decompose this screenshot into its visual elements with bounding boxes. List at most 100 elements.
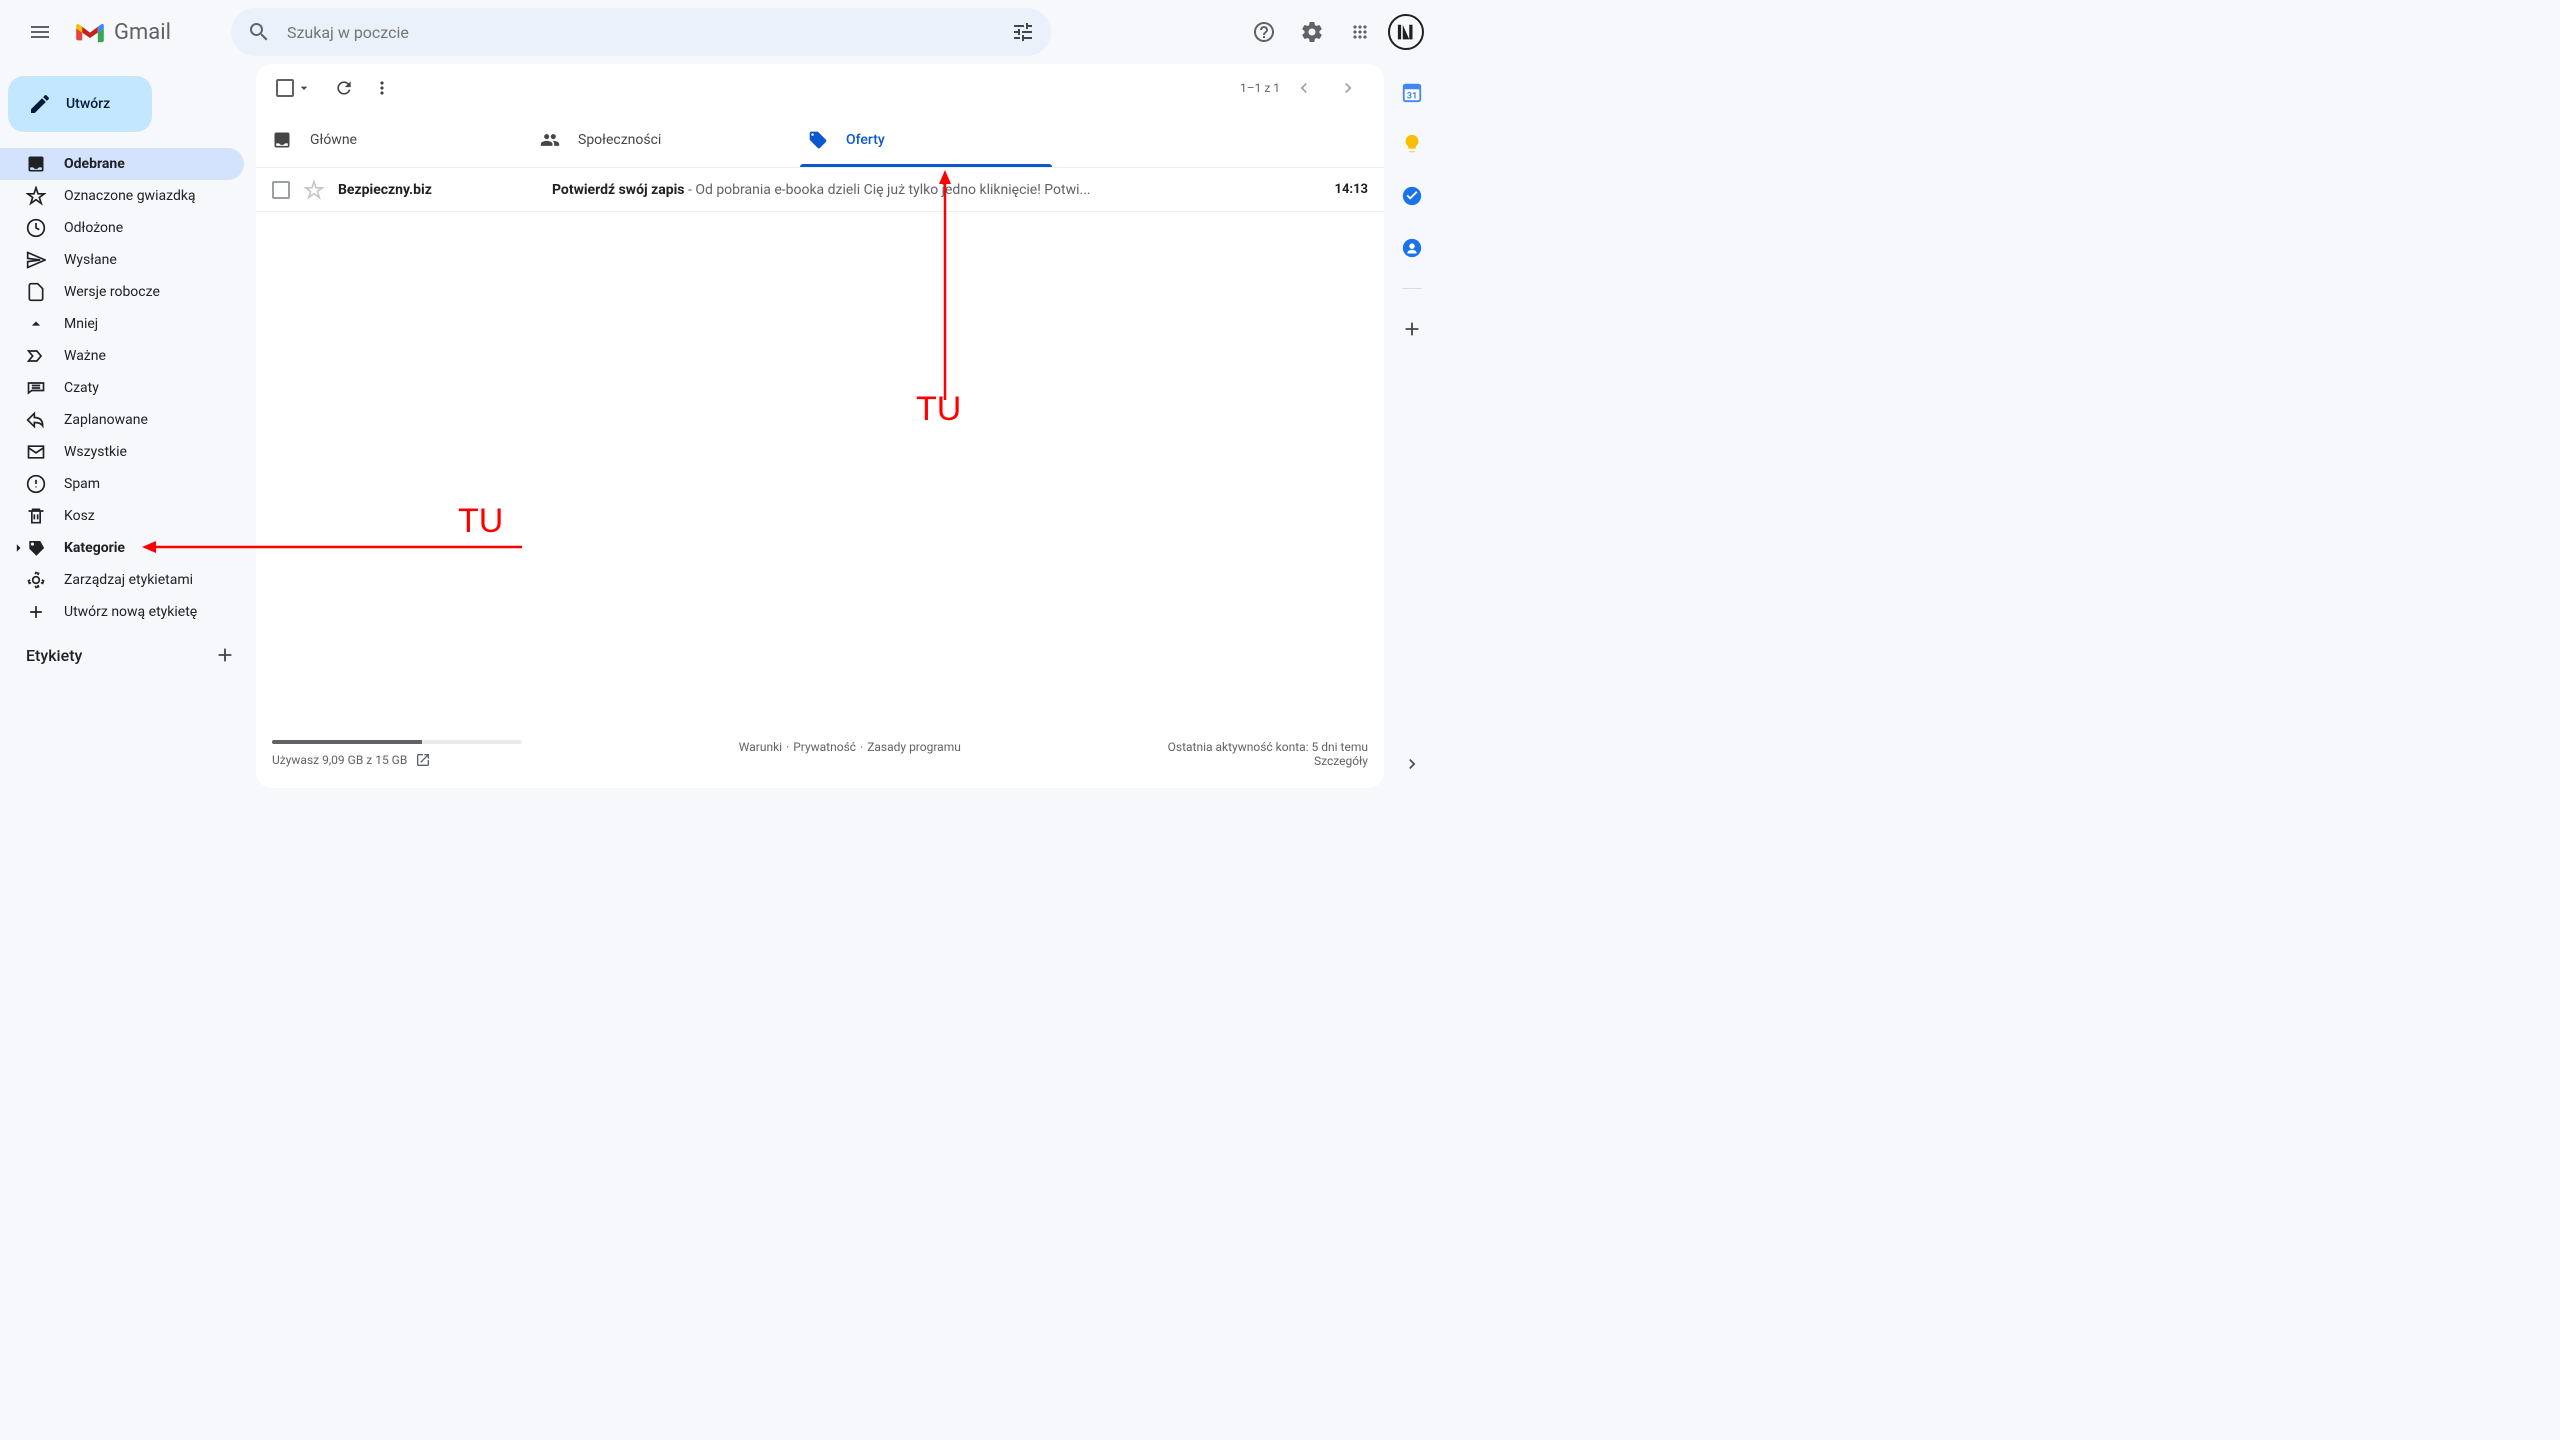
add-app-button[interactable]: [1400, 317, 1424, 341]
trash-icon: [26, 506, 46, 526]
search-container: [231, 8, 1051, 56]
email-subject: Potwierdź swój zapis - Od pobrania e-boo…: [552, 182, 1321, 198]
add-label-button[interactable]: [214, 644, 236, 666]
search-icon: [247, 20, 271, 44]
header-actions: [1244, 12, 1424, 52]
side-panel: 31: [1384, 64, 1440, 788]
more-button[interactable]: [372, 78, 392, 98]
gmail-logo-text: Gmail: [114, 20, 171, 45]
sidebar-item-label: Ważne: [64, 348, 106, 364]
tasks-app-button[interactable]: [1400, 184, 1424, 208]
keep-icon: [1401, 133, 1423, 155]
email-time: 14:13: [1335, 182, 1369, 197]
main-menu-button[interactable]: [16, 8, 64, 56]
sidebar-item-less[interactable]: Mniej: [0, 308, 244, 340]
sidebar-item-trash[interactable]: Kosz: [0, 500, 244, 532]
sidebar-item-drafts[interactable]: Wersje robocze: [0, 276, 244, 308]
sidebar-item-label: Wysłane: [64, 252, 117, 268]
send-icon: [26, 250, 46, 270]
sidebar-item-new-label[interactable]: Utwórz nową etykietę: [0, 596, 244, 628]
email-sender: Bezpieczny.biz: [338, 182, 538, 198]
dropdown-icon: [296, 80, 312, 96]
star-icon: [26, 186, 46, 206]
sidebar-item-label: Utwórz nową etykietę: [64, 604, 197, 620]
spam-icon: [26, 474, 46, 494]
storage-bar: [272, 740, 522, 744]
sidebar-item-inbox[interactable]: Odebrane: [0, 148, 244, 180]
calendar-app-button[interactable]: 31: [1400, 80, 1424, 104]
apps-button[interactable]: [1340, 12, 1380, 52]
sidebar-item-label: Kosz: [64, 508, 95, 524]
labels-section-header: Etykiety: [0, 628, 256, 672]
plus-icon: [1401, 318, 1423, 340]
search-bar[interactable]: [231, 8, 1051, 56]
contacts-app-button[interactable]: [1400, 236, 1424, 260]
search-input[interactable]: [279, 23, 1003, 42]
sidebar-item-sent[interactable]: Wysłane: [0, 244, 244, 276]
keep-app-button[interactable]: [1400, 132, 1424, 156]
sidebar-item-categories[interactable]: Kategorie: [0, 532, 244, 564]
footer-links: Warunki · Prywatność · Zasady programu: [739, 740, 961, 754]
toolbar: 1–1 z 1: [256, 64, 1384, 112]
search-options-button[interactable]: [1003, 12, 1043, 52]
inbox-icon: [272, 130, 292, 150]
star-outline-icon: [304, 180, 324, 200]
support-button[interactable]: [1244, 12, 1284, 52]
external-link-icon[interactable]: [415, 752, 431, 768]
sidebar-item-manage-labels[interactable]: Zarządzaj etykietami: [0, 564, 244, 596]
plus-icon: [214, 644, 236, 666]
gmail-logo-icon: [74, 20, 106, 44]
people-icon: [540, 130, 560, 150]
chevron-up-icon: [26, 314, 46, 334]
account-avatar[interactable]: [1388, 14, 1424, 50]
help-icon: [1252, 20, 1276, 44]
search-button[interactable]: [239, 12, 279, 52]
tab-social[interactable]: Społeczności: [524, 112, 792, 167]
sidebar-item-label: Zarządzaj etykietami: [64, 572, 193, 588]
plus-icon: [26, 602, 46, 622]
pagination-text: 1–1 z 1: [1240, 81, 1280, 95]
email-row[interactable]: Bezpieczny.biz Potwierdź swój zapis - Od…: [256, 168, 1384, 212]
gmail-logo[interactable]: Gmail: [74, 20, 171, 45]
sidebar-item-snoozed[interactable]: Odłożone: [0, 212, 244, 244]
sidebar-item-label: Wszystkie: [64, 444, 127, 460]
sidebar-item-chats[interactable]: Czaty: [0, 372, 244, 404]
collapse-panel-button[interactable]: [1400, 752, 1424, 776]
header: Gmail: [0, 0, 1440, 64]
select-all[interactable]: [272, 75, 316, 101]
pencil-icon: [28, 92, 52, 116]
policies-link[interactable]: Zasady programu: [867, 740, 961, 754]
tab-label: Główne: [310, 132, 357, 148]
scheduled-icon: [26, 410, 46, 430]
sidebar-item-allmail[interactable]: Wszystkie: [0, 436, 244, 468]
email-checkbox[interactable]: [272, 181, 290, 199]
sidebar-item-label: Oznaczone gwiazdką: [64, 188, 196, 204]
panel-divider: [1402, 288, 1422, 289]
sidebar-item-label: Zaplanowane: [64, 412, 148, 428]
body-container: Utwórz Odebrane Oznaczone gwiazdką Odłoż…: [0, 64, 1440, 788]
file-icon: [26, 282, 46, 302]
tab-promotions[interactable]: Oferty: [792, 112, 1060, 167]
sidebar-item-spam[interactable]: Spam: [0, 468, 244, 500]
calendar-icon: 31: [1401, 81, 1423, 103]
refresh-button[interactable]: [334, 78, 354, 98]
sidebar-item-scheduled[interactable]: Zaplanowane: [0, 404, 244, 436]
privacy-link[interactable]: Prywatność: [793, 740, 856, 754]
email-star-button[interactable]: [304, 180, 324, 200]
compose-button[interactable]: Utwórz: [8, 76, 152, 132]
details-link[interactable]: Szczegóły: [1168, 754, 1368, 768]
settings-button[interactable]: [1292, 12, 1332, 52]
tag-icon: [808, 130, 828, 150]
hamburger-icon: [28, 20, 52, 44]
storage-text: Używasz 9,09 GB z 15 GB: [272, 753, 407, 767]
next-page-button[interactable]: [1328, 68, 1368, 108]
prev-page-button[interactable]: [1284, 68, 1324, 108]
sidebar-item-important[interactable]: Ważne: [0, 340, 244, 372]
checkbox-icon: [276, 79, 294, 97]
gear-icon: [1300, 20, 1324, 44]
category-tabs: Główne Społeczności Oferty: [256, 112, 1384, 168]
terms-link[interactable]: Warunki: [739, 740, 782, 754]
sidebar-item-starred[interactable]: Oznaczone gwiazdką: [0, 180, 244, 212]
tab-primary[interactable]: Główne: [256, 112, 524, 167]
chat-icon: [26, 378, 46, 398]
